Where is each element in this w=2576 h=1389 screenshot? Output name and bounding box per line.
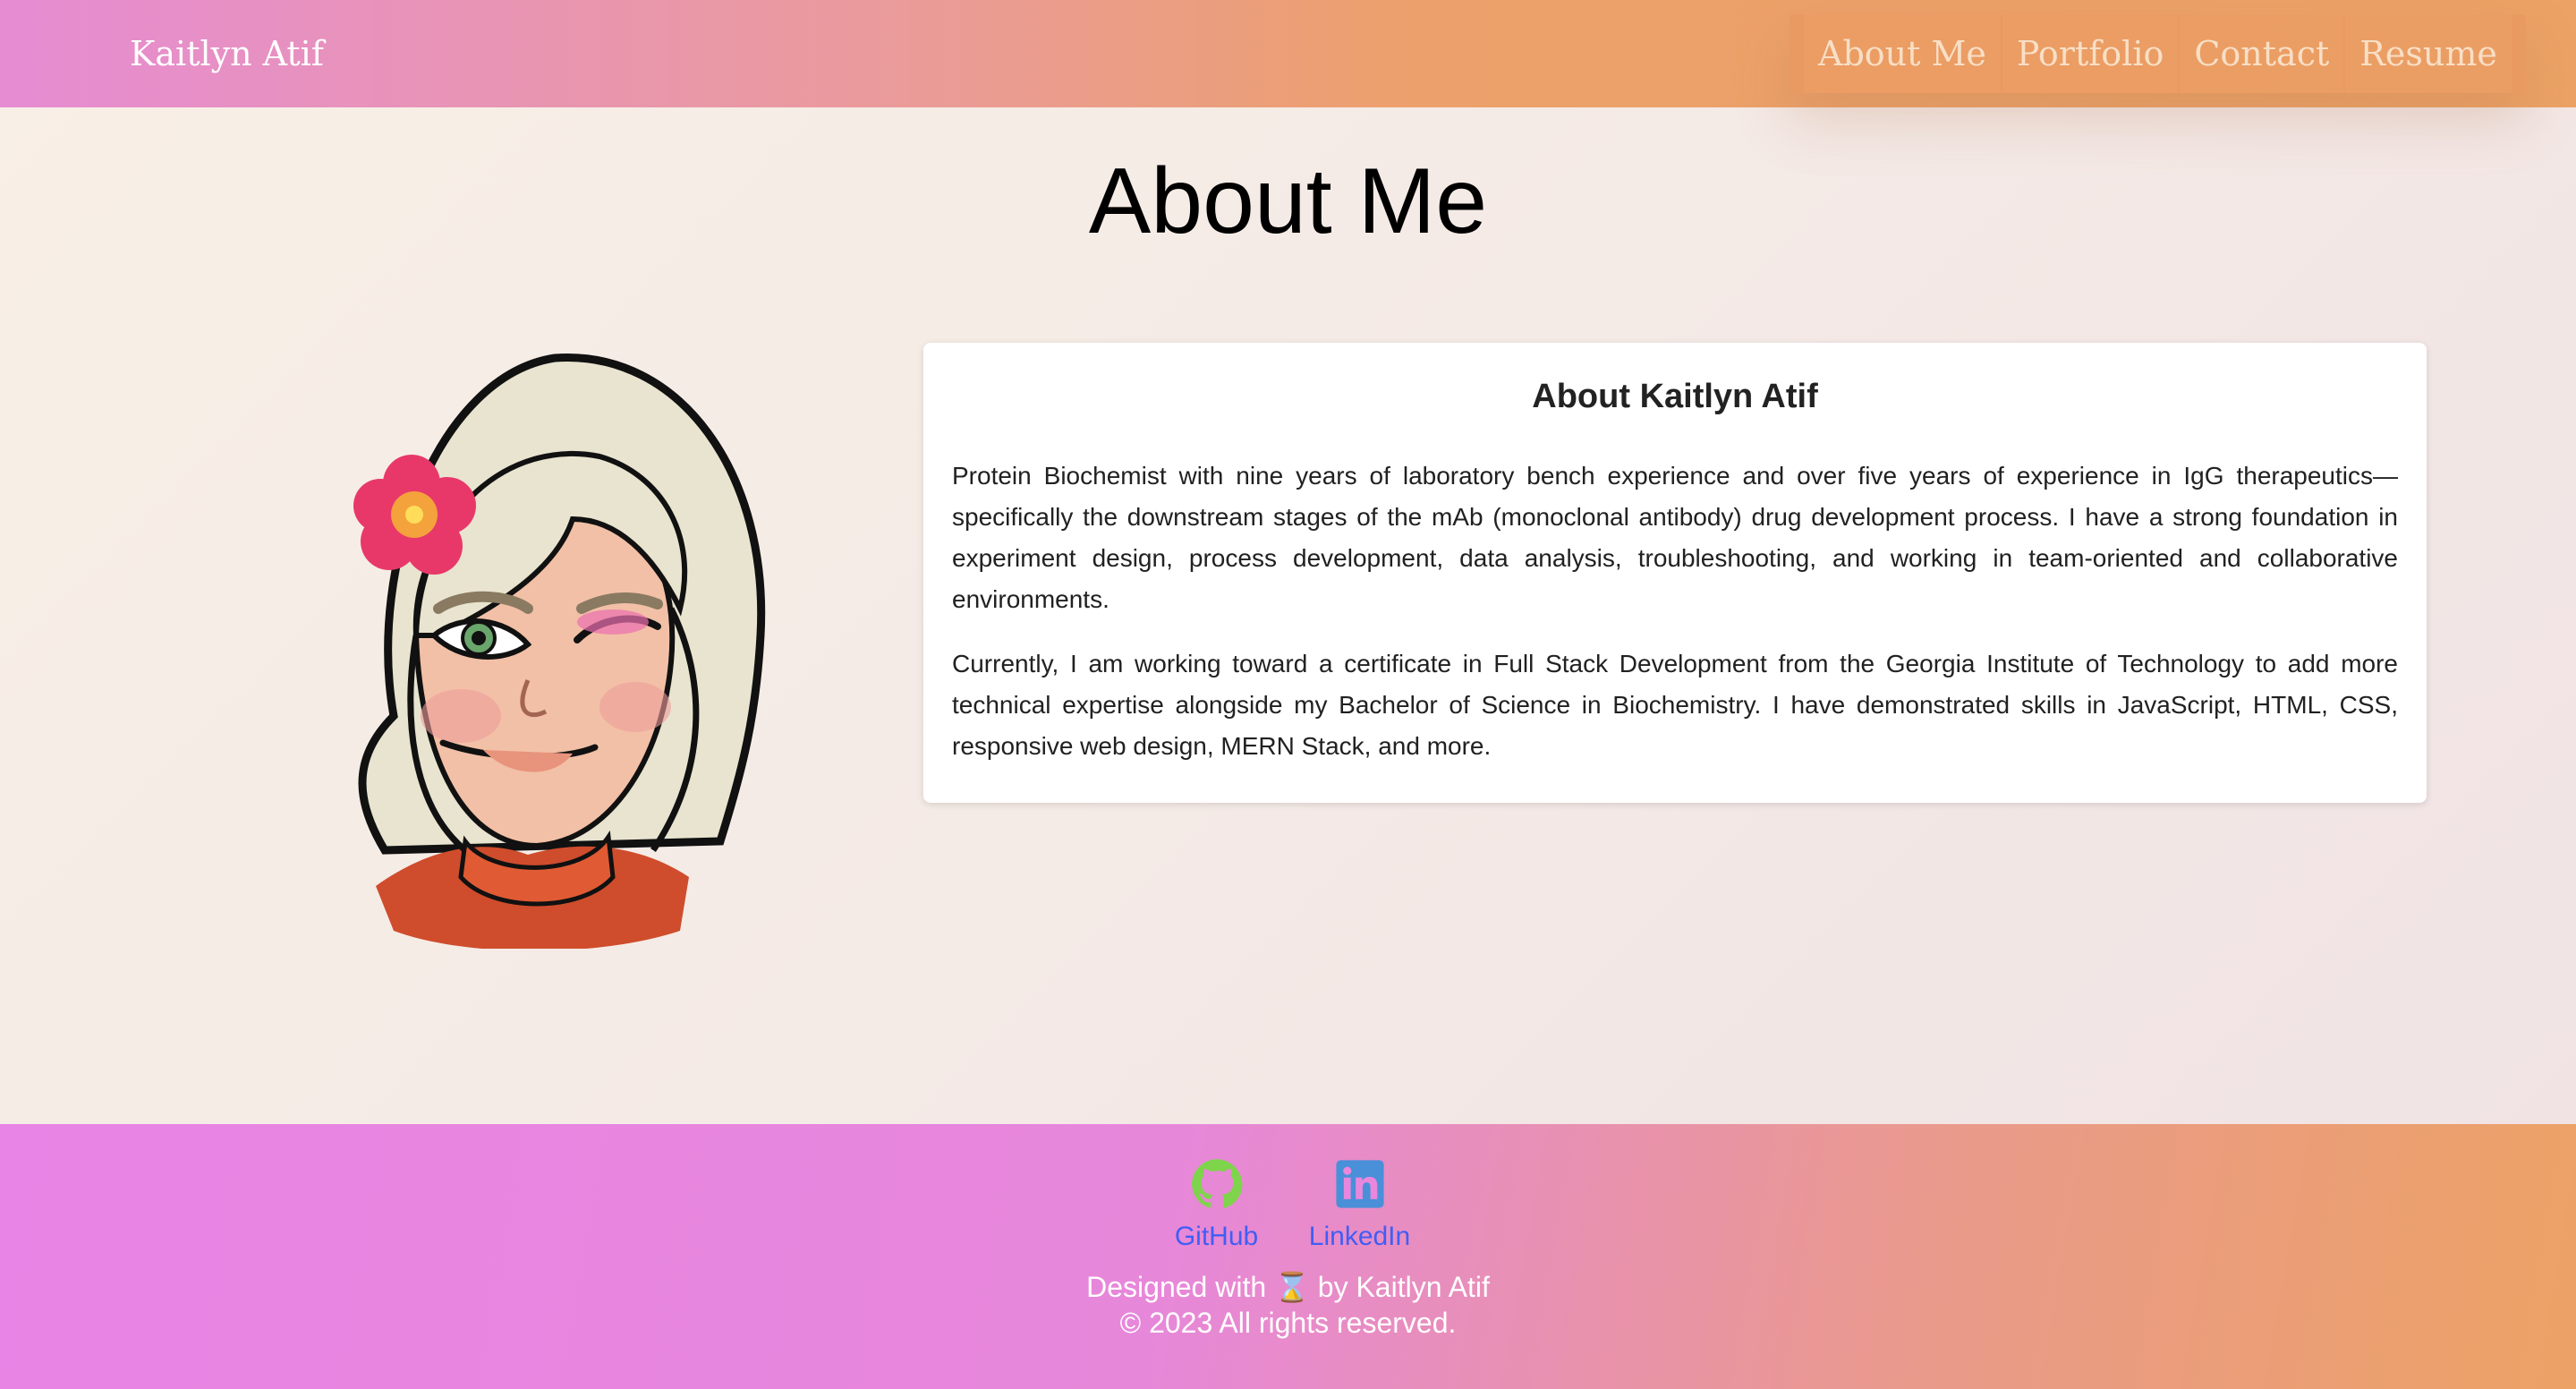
site-header: Kaitlyn Atif About Me Portfolio Contact …: [0, 0, 2576, 107]
avatar-illustration: [353, 354, 766, 951]
linkedin-link[interactable]: LinkedIn: [1306, 1158, 1414, 1255]
page-title: About Me: [1088, 149, 1488, 253]
footer-credit: Designed with ⌛ by Kaitlyn Atif © 2023 A…: [0, 1269, 2576, 1341]
designed-by-text: Designed with ⌛ by Kaitlyn Atif: [1086, 1271, 1490, 1303]
social-links: GitHub LinkedIn: [0, 1158, 2576, 1255]
card-title: About Kaitlyn Atif: [1532, 378, 1818, 415]
about-paragraph-1: Protein Biochemist with nine years of la…: [952, 462, 2398, 613]
nav-contact[interactable]: Contact: [2180, 14, 2344, 93]
nav-resume[interactable]: Resume: [2345, 14, 2512, 93]
about-paragraph-2: Currently, I am working toward a certifi…: [952, 650, 2398, 760]
nav-about-me[interactable]: About Me: [1804, 14, 2001, 93]
github-link[interactable]: GitHub: [1163, 1158, 1271, 1255]
about-card: About Kaitlyn Atif Protein Biochemist wi…: [923, 343, 2427, 803]
brand-name[interactable]: Kaitlyn Atif: [130, 29, 324, 79]
github-label[interactable]: GitHub: [1175, 1219, 1258, 1255]
site-footer: GitHub LinkedIn Designed with ⌛ by Kaitl…: [0, 1124, 2576, 1389]
linkedin-label[interactable]: LinkedIn: [1309, 1219, 1410, 1255]
github-icon: [1191, 1158, 1243, 1210]
copyright-text: © 2023 All rights reserved.: [1119, 1307, 1457, 1339]
main-nav: About Me Portfolio Contact Resume: [1790, 14, 2526, 93]
bitmoji-avatar: [259, 340, 778, 951]
linkedin-icon: [1334, 1158, 1386, 1210]
nav-portfolio[interactable]: Portfolio: [2002, 14, 2179, 93]
